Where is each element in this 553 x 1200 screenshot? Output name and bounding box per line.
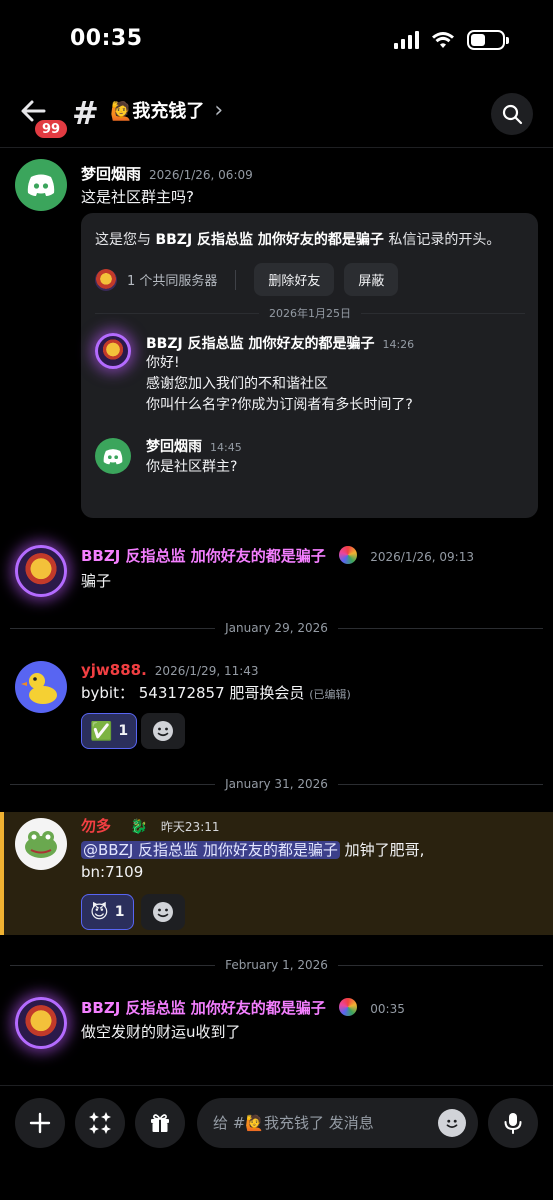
message-timestamp: 2026/1/26, 09:13	[370, 550, 474, 564]
message-timestamp: 昨天23:11	[160, 820, 220, 834]
embed-date-divider: 2026年1月25日	[95, 303, 525, 323]
status-time: 00:35	[70, 26, 143, 51]
message-text: 这是社区群主吗?	[81, 188, 194, 206]
message-author[interactable]: yjw888. 2026/1/29, 11:43	[81, 661, 259, 679]
avatar[interactable]	[15, 159, 67, 211]
add-reaction-button[interactable]	[141, 894, 185, 930]
emoji-button[interactable]	[438, 1109, 466, 1137]
server-avatar	[95, 268, 117, 291]
avatar[interactable]	[15, 661, 67, 713]
channel-name: 🙋我充钱了	[110, 101, 205, 122]
frog-icon	[25, 831, 57, 858]
message-composer	[0, 1085, 553, 1200]
message-input-wrapper	[197, 1098, 478, 1148]
message-author[interactable]: BBZJ 反指总监 加你好友的都是骗子 00:35	[81, 997, 405, 1018]
reaction-count: 1	[118, 723, 129, 739]
message-text: @BBZJ 反指总监 加你好友的都是骗子 加钟了肥哥, bn:7109	[81, 841, 425, 881]
add-reaction-button[interactable]	[141, 713, 185, 749]
message-timestamp: 2026/1/26, 06:09	[149, 168, 253, 182]
message-author[interactable]: 梦回烟雨 2026/1/26, 06:09	[81, 163, 253, 184]
gift-icon	[151, 1114, 169, 1132]
date-divider: January 29, 2026	[10, 618, 543, 638]
block-button[interactable]: 屏蔽	[344, 263, 399, 296]
avatar[interactable]	[15, 997, 67, 1049]
hashtag-icon: #	[72, 94, 99, 132]
reaction-devil[interactable]: 😈 1	[81, 894, 134, 930]
message-timestamp: 00:35	[370, 1002, 405, 1016]
discord-logo-icon	[103, 448, 123, 464]
unread-badge: 99	[33, 118, 69, 140]
apps-sparkle-icon	[89, 1112, 111, 1134]
message-author[interactable]: 勿多 🐉 昨天23:11	[81, 815, 220, 836]
chevron-right-icon: ›	[214, 97, 224, 123]
dm-message-text: 你是社区群主?	[146, 459, 238, 475]
status-icons	[394, 30, 509, 50]
wifi-icon	[432, 32, 454, 48]
microphone-icon	[504, 1113, 522, 1134]
avatar[interactable]	[95, 333, 131, 369]
search-icon	[502, 104, 523, 125]
search-button[interactable]	[491, 93, 533, 135]
apps-button[interactable]	[75, 1098, 125, 1148]
dm-message-author: 梦回烟雨 14:45	[146, 439, 242, 455]
dm-message-text: 你好! 感谢您加入我们的不和谐社区 你叫什么名字?你成为订阅者有多长时间了?	[146, 355, 413, 413]
reaction-check[interactable]: ✅ 1	[81, 713, 138, 749]
discord-logo-icon	[27, 174, 55, 196]
avatar[interactable]	[95, 438, 131, 474]
role-icon	[339, 546, 358, 564]
gift-button[interactable]	[135, 1098, 185, 1148]
dragon-role-icon: 🐉	[130, 819, 148, 835]
signal-icon	[394, 31, 419, 49]
plus-icon	[29, 1112, 51, 1134]
duck-icon	[21, 673, 57, 704]
message-author[interactable]: BBZJ 反指总监 加你好友的都是骗子 2026/1/26, 09:13	[81, 545, 474, 566]
remove-friend-button[interactable]: 删除好友	[254, 263, 335, 296]
divider	[235, 269, 237, 290]
dm-history-embed: 这是您与 BBZJ 反指总监 加你好友的都是骗子 私信记录的开头。 1 个共同服…	[81, 213, 538, 518]
voice-message-button[interactable]	[488, 1098, 538, 1148]
role-icon	[339, 998, 358, 1016]
battery-icon	[467, 30, 509, 50]
smiley-icon	[153, 721, 173, 741]
channel-header: # 🙋我充钱了 ›	[0, 80, 553, 148]
devil-face-icon: 😈	[90, 901, 109, 923]
message-text: 做空发财的财运u收到了	[81, 1023, 241, 1041]
user-mention[interactable]: @BBZJ 反指总监 加你好友的都是骗子	[81, 841, 340, 859]
message-timestamp: 2026/1/29, 11:43	[154, 664, 259, 678]
dm-message-author: BBZJ 反指总监 加你好友的都是骗子 14:26	[146, 336, 415, 352]
message-text: bybit： 543172857 肥哥换会员 (已编辑)	[81, 684, 351, 702]
channel-title[interactable]: 🙋我充钱了 ›	[110, 97, 223, 123]
add-attachment-button[interactable]	[15, 1098, 65, 1148]
message-text: 骗子	[81, 572, 112, 590]
mutual-servers-label[interactable]: 1 个共同服务器	[127, 270, 217, 289]
embed-title: 这是您与 BBZJ 反指总监 加你好友的都是骗子 私信记录的开头。	[95, 232, 501, 248]
avatar[interactable]	[15, 818, 67, 870]
mutual-servers-row: 1 个共同服务器 删除好友 屏蔽	[95, 263, 399, 296]
reaction-count: 1	[114, 904, 125, 920]
avatar[interactable]	[15, 545, 67, 597]
date-divider: February 1, 2026	[10, 955, 544, 975]
edited-label: (已编辑)	[309, 688, 351, 701]
status-bar: 00:35	[0, 0, 553, 80]
date-divider: January 31, 2026	[10, 774, 543, 794]
message-input[interactable]	[213, 1098, 423, 1148]
smiley-icon	[446, 1119, 458, 1128]
check-mark-icon: ✅	[90, 720, 113, 742]
smiley-icon	[153, 902, 173, 922]
